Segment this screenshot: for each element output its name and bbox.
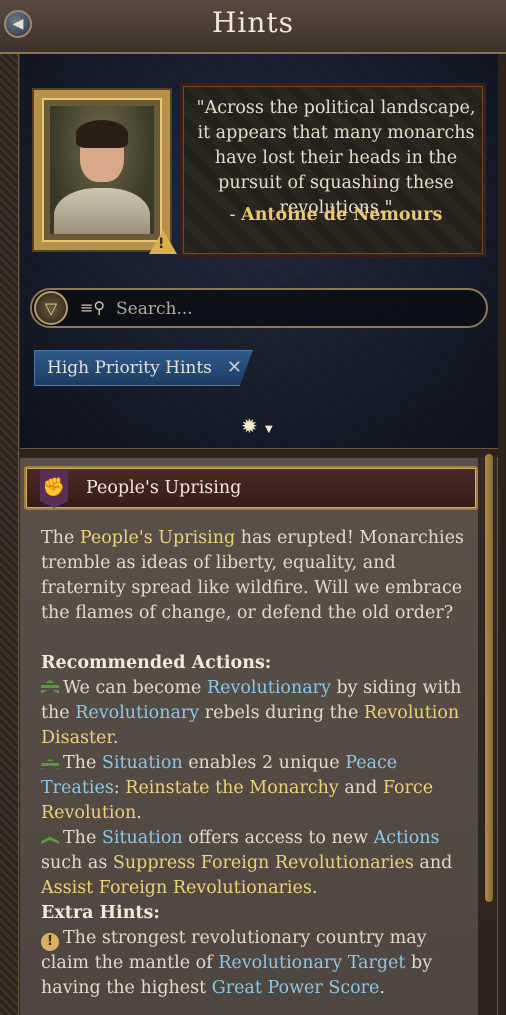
hint-title: People's Uprising xyxy=(86,478,242,498)
link-revolutionary-rebels[interactable]: Revolutionary xyxy=(75,703,199,723)
quote-author: Antoine de Nemours xyxy=(241,205,443,225)
chevron-down-icon: ▼ xyxy=(265,424,273,435)
link-actions[interactable]: Actions xyxy=(374,828,440,848)
hints-window: ◀ Hints ! "Across the political landscap… xyxy=(0,0,506,1015)
link-assist-foreign-revolutionaries[interactable]: Assist Foreign Revolutionaries xyxy=(41,878,312,898)
priority-high-icon xyxy=(41,680,59,694)
red-fist-banner-icon: ✊ xyxy=(40,470,68,508)
close-x-icon[interactable]: ✕ xyxy=(227,357,242,378)
link-reinstate-monarchy[interactable]: Reinstate the Monarchy xyxy=(125,778,339,798)
panel-divider xyxy=(20,448,498,457)
priority-medium-icon xyxy=(41,759,59,769)
advisor-portrait xyxy=(50,106,154,234)
funnel-icon: ▽ xyxy=(44,298,58,318)
recommended-heading: Recommended Actions: xyxy=(41,653,272,673)
recommended-actions: Recommended Actions: We can become Revol… xyxy=(41,651,471,901)
link-situation-2[interactable]: Situation xyxy=(102,828,183,848)
hint-intro: The People's Uprising has erupted! Monar… xyxy=(41,528,464,623)
action-situation-actions: The Situation offers access to new Actio… xyxy=(41,828,453,898)
scroll-thumb[interactable] xyxy=(485,454,493,902)
window-header: ◀ Hints xyxy=(0,0,506,54)
hint-title-bar[interactable]: ✊ People's Uprising xyxy=(24,466,478,510)
filter-button[interactable]: ▽ xyxy=(34,291,68,325)
search-list-icon: ≡⚲ xyxy=(80,298,106,317)
action-peace-treaties: The Situation enables 2 unique Peace Tre… xyxy=(41,753,434,823)
link-revolutionary[interactable]: Revolutionary xyxy=(207,678,331,698)
action-revolutionary: We can become Revolutionary by siding wi… xyxy=(41,678,462,748)
quote-attribution: - Antoine de Nemours xyxy=(191,205,481,225)
warning-mark: ! xyxy=(158,236,165,252)
filter-tag-high-priority[interactable]: High Priority Hints ✕ xyxy=(34,350,253,386)
priority-low-icon xyxy=(41,836,59,844)
link-great-power-score[interactable]: Great Power Score xyxy=(212,978,380,998)
info-exclamation-icon: ! xyxy=(41,933,59,951)
advisor-portrait-frame xyxy=(34,90,170,250)
window-title: Hints xyxy=(211,6,295,39)
expand-button[interactable]: ✹ ▼ xyxy=(241,414,273,438)
left-border-rail xyxy=(0,54,19,1015)
search-bar: ▽ ≡⚲ xyxy=(30,288,488,328)
link-revolutionary-target[interactable]: Revolutionary Target xyxy=(218,953,405,973)
scrollbar[interactable] xyxy=(484,454,494,902)
link-peoples-uprising[interactable]: People's Uprising xyxy=(80,528,235,548)
extra-hint-1: ! The strongest revolutionary country may… xyxy=(41,928,433,998)
quote-prefix: - xyxy=(229,205,242,225)
link-situation[interactable]: Situation xyxy=(102,753,183,773)
sparkle-expand-icon: ✹ xyxy=(241,414,258,438)
filter-tag-label: High Priority Hints xyxy=(47,358,212,378)
quote-text: "Across the political landscape, it appe… xyxy=(196,98,476,218)
right-border-rail xyxy=(497,54,506,1015)
extra-hints: Extra Hints: ! The strongest revolutionar… xyxy=(41,901,471,1001)
search-input[interactable] xyxy=(114,294,478,324)
extra-heading: Extra Hints: xyxy=(41,903,160,923)
link-suppress-foreign-revolutionaries[interactable]: Suppress Foreign Revolutionaries xyxy=(113,853,414,873)
quote-box: "Across the political landscape, it appe… xyxy=(180,83,486,257)
